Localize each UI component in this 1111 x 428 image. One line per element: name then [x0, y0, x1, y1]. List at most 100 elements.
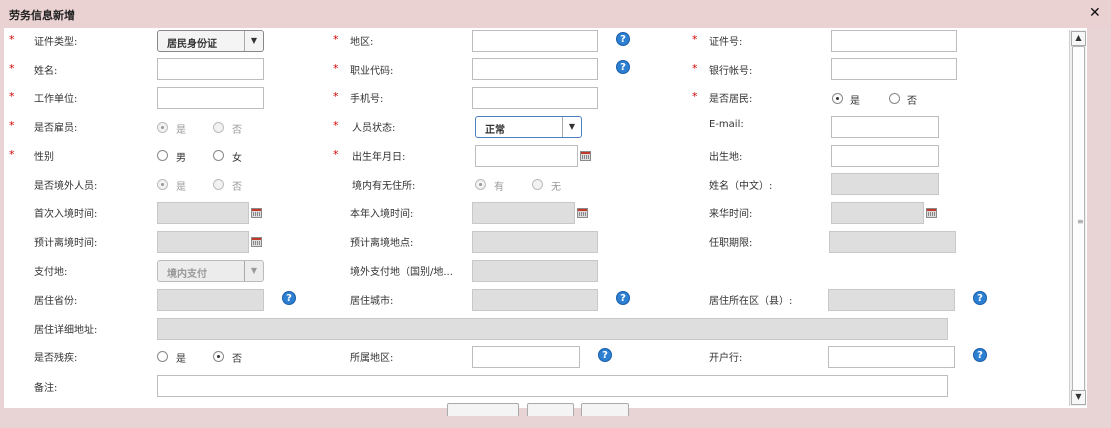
first-entry-time-label: 首次入境时间:	[34, 209, 98, 220]
employer-label: 工作单位:	[34, 94, 78, 105]
calendar-icon[interactable]	[577, 208, 588, 218]
close-icon[interactable]: ✕	[1089, 5, 1101, 21]
form-button[interactable]	[527, 403, 574, 416]
name-cn-input[interactable]	[831, 173, 939, 195]
domestic-residence-yes-radio[interactable]	[475, 179, 486, 190]
help-icon[interactable]: ?	[598, 348, 612, 362]
name-input[interactable]	[157, 58, 264, 80]
calendar-icon[interactable]	[251, 237, 262, 247]
is-foreign-no-radio[interactable]	[213, 179, 224, 190]
term-of-office-label: 任职期限:	[709, 238, 753, 249]
vertical-scrollbar[interactable]: ▲ ≡ ▼	[1069, 30, 1086, 406]
expected-departure-time-input[interactable]	[157, 231, 249, 253]
remark-input[interactable]	[157, 375, 948, 397]
is-employee-no-label: 否	[232, 125, 242, 136]
mobile-input[interactable]	[472, 87, 598, 109]
is-employee-no-radio[interactable]	[213, 122, 224, 133]
term-of-office-input[interactable]	[829, 231, 956, 253]
is-resident-no-radio[interactable]	[889, 93, 900, 104]
scroll-up-arrow-icon[interactable]: ▲	[1071, 31, 1086, 46]
birth-date-label: 出生年月日:	[352, 152, 406, 163]
email-input[interactable]	[831, 116, 939, 138]
is-disabled-label: 是否残疾:	[34, 353, 78, 364]
residence-city-input[interactable]	[472, 289, 598, 311]
birth-date-input[interactable]	[475, 145, 578, 167]
calendar-icon[interactable]	[926, 208, 937, 218]
form-button[interactable]	[447, 403, 519, 416]
chevron-down-icon: ▼	[244, 261, 263, 281]
required-mark: *	[692, 62, 698, 75]
person-status-label: 人员状态:	[352, 123, 396, 134]
is-foreign-no-label: 否	[232, 182, 242, 193]
region-label: 地区:	[350, 37, 374, 48]
required-mark: *	[9, 62, 15, 75]
domestic-residence-label: 境内有无住所:	[352, 181, 416, 192]
scrollbar-thumb[interactable]: ≡	[1072, 46, 1085, 392]
this-year-entry-time-label: 本年入境时间:	[350, 209, 414, 220]
expected-departure-time-label: 预计离境时间:	[34, 238, 98, 249]
is-employee-label: 是否雇员:	[34, 123, 78, 134]
job-code-input[interactable]	[472, 58, 598, 80]
birth-place-input[interactable]	[831, 145, 939, 167]
help-icon[interactable]: ?	[616, 291, 630, 305]
cert-no-input[interactable]	[831, 30, 957, 52]
cert-type-label: 证件类型:	[34, 37, 78, 48]
is-foreign-label: 是否境外人员:	[34, 181, 98, 192]
expected-departure-place-label: 预计离境地点:	[350, 238, 414, 249]
domestic-residence-no-label: 无	[551, 182, 561, 193]
is-foreign-yes-radio[interactable]	[157, 179, 168, 190]
form-button[interactable]	[581, 403, 629, 416]
scroll-down-arrow-icon[interactable]: ▼	[1071, 390, 1086, 405]
help-icon[interactable]: ?	[282, 291, 296, 305]
first-entry-time-input[interactable]	[157, 202, 249, 224]
calendar-icon[interactable]	[580, 151, 591, 161]
residence-province-input[interactable]	[157, 289, 264, 311]
is-resident-no-label: 否	[907, 96, 917, 107]
is-employee-yes-radio[interactable]	[157, 122, 168, 133]
is-resident-yes-label: 是	[850, 96, 860, 107]
help-icon[interactable]: ?	[616, 32, 630, 46]
required-mark: *	[333, 33, 339, 46]
residence-city-label: 居住城市:	[350, 296, 394, 307]
help-icon[interactable]: ?	[616, 60, 630, 74]
expected-departure-place-input[interactable]	[472, 231, 598, 253]
help-icon[interactable]: ?	[973, 291, 987, 305]
gender-female-radio[interactable]	[213, 150, 224, 161]
belong-region-label: 所属地区:	[350, 353, 394, 364]
employer-input[interactable]	[157, 87, 264, 109]
bank-account-input[interactable]	[831, 58, 957, 80]
arrival-time-input[interactable]	[831, 202, 924, 224]
bank-name-input[interactable]	[828, 346, 955, 368]
region-input[interactable]	[472, 30, 598, 52]
person-status-value: 正常	[485, 125, 505, 136]
is-disabled-no-label: 否	[232, 354, 242, 365]
residence-district-input[interactable]	[828, 289, 955, 311]
domestic-residence-no-radio[interactable]	[532, 179, 543, 190]
job-code-label: 职业代码:	[350, 66, 394, 77]
bank-name-label: 开户行:	[709, 353, 743, 364]
gender-male-radio[interactable]	[157, 150, 168, 161]
this-year-entry-time-input[interactable]	[472, 202, 575, 224]
belong-region-input[interactable]	[472, 346, 580, 368]
is-disabled-no-radio[interactable]	[213, 351, 224, 362]
bank-account-label: 银行帐号:	[709, 66, 753, 77]
arrival-time-label: 来华时间:	[709, 209, 753, 220]
is-resident-label: 是否居民:	[709, 94, 753, 105]
cert-type-select[interactable]: 居民身份证 ▼	[157, 30, 264, 52]
required-mark: *	[333, 90, 339, 103]
residence-address-input[interactable]	[157, 318, 948, 340]
person-status-select[interactable]: 正常 ▼	[475, 116, 582, 138]
chevron-down-icon: ▼	[562, 117, 581, 137]
cert-no-label: 证件号:	[709, 37, 743, 48]
overseas-payment-place-label: 境外支付地（国别/地...	[350, 267, 453, 278]
calendar-icon[interactable]	[251, 208, 262, 218]
is-disabled-yes-radio[interactable]	[157, 351, 168, 362]
payment-place-label: 支付地:	[34, 267, 68, 278]
domestic-residence-yes-label: 有	[494, 182, 504, 193]
payment-place-select[interactable]: 境内支付 ▼	[157, 260, 264, 282]
help-icon[interactable]: ?	[973, 348, 987, 362]
required-mark: *	[9, 33, 15, 46]
is-resident-yes-radio[interactable]	[832, 93, 843, 104]
cert-type-value: 居民身份证	[167, 39, 217, 50]
overseas-payment-place-input[interactable]	[472, 260, 598, 282]
